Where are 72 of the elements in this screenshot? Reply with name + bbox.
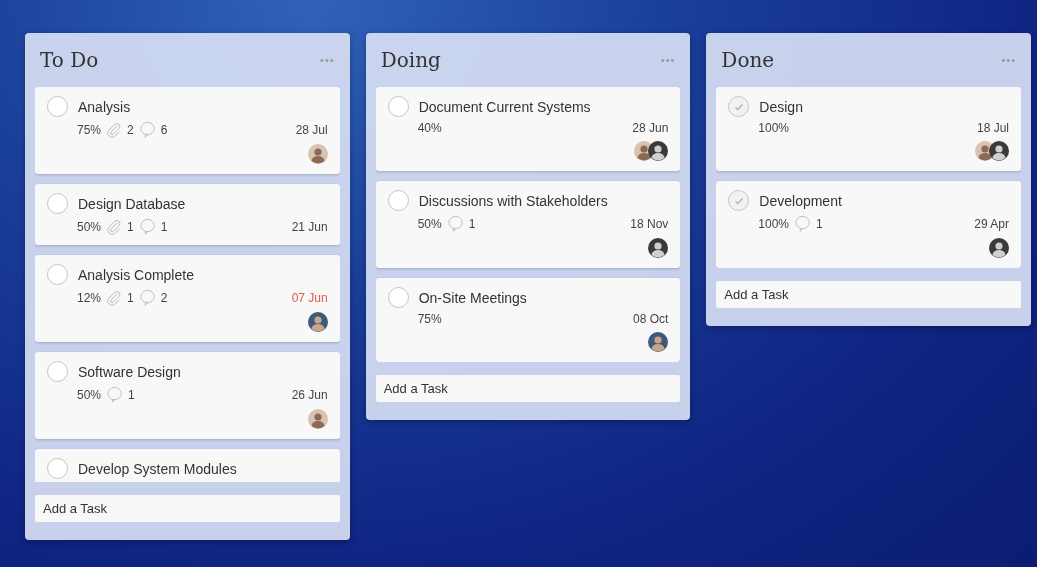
due-date: 29 Apr [974,216,1009,231]
task-checkbox[interactable] [47,264,68,285]
progress-percent: 50% [77,387,102,402]
comment-count: 1 [160,219,168,234]
progress-percent: 50% [77,219,102,234]
progress-percent: 12% [77,290,102,305]
speech-bubble-icon [138,121,156,138]
task-title: Software Design [78,363,181,380]
task-title: Design Database [78,195,186,212]
column-title: Done [721,48,775,72]
progress-percent: 100% [758,216,790,231]
column-title: To Do [40,48,99,72]
progress-percent: 50% [417,216,442,231]
task-title: Analysis [78,98,131,115]
task-title: Discussions with Stakeholders [418,192,608,209]
due-date: 28 Jul [295,122,328,137]
progress-percent: 75% [417,312,442,326]
task-card[interactable]: Discussions with Stakeholders 50% 1 18 Nov [375,181,681,268]
due-date: 26 Jun [291,387,328,402]
comment-count: 6 [160,122,168,137]
task-card[interactable]: On-Site Meetings 75% 08 Oct [375,278,681,362]
attachment-count: 1 [127,219,134,234]
task-checkbox[interactable] [387,190,409,211]
task-checkbox[interactable] [728,190,750,211]
add-task-field[interactable]: Add a Task [35,495,340,522]
add-task-field[interactable]: Add a Task [716,281,1021,308]
speech-bubble-icon [138,218,156,235]
task-checkbox[interactable] [47,361,68,382]
comment-count: 2 [160,290,168,305]
task-card[interactable]: Design Database 50% 1 1 21 Jun [35,184,340,245]
task-checkbox[interactable] [387,96,409,117]
task-title: Develop System Modules [78,460,237,477]
task-checkbox[interactable] [47,193,68,214]
comment-count: 1 [468,216,476,231]
column-title: Doing [380,48,441,72]
attachment-count: 1 [127,290,134,305]
task-card[interactable]: Analysis Complete 12% 1 2 07 Jun [35,255,340,342]
task-card[interactable]: Development 100% 1 29 Apr [716,181,1021,268]
task-card[interactable]: Document Current Systems 40% 28 Jun [375,87,681,171]
due-date: 08 Oct [633,312,669,326]
task-card[interactable]: Software Design 50% 1 26 Jun [35,352,340,439]
paperclip-icon [106,121,123,138]
task-checkbox[interactable] [387,287,409,308]
due-date: 18 Nov [630,216,669,231]
speech-bubble-icon [446,215,464,232]
due-date: 07 Jun [291,290,328,305]
task-title: Development [759,192,842,209]
speech-bubble-icon [794,215,812,232]
progress-percent: 75% [77,122,102,137]
speech-bubble-icon [106,386,124,403]
comment-count: 1 [128,387,135,402]
add-task-field[interactable]: Add a Task [375,375,681,402]
task-card[interactable]: Design 100% 18 Jul [716,87,1021,171]
task-card[interactable]: Develop System Modules [35,449,340,482]
comment-count: 1 [816,216,823,231]
progress-percent: 40% [417,121,442,135]
paperclip-icon [106,289,123,306]
task-card[interactable]: Analysis 75% 2 6 28 Jul [35,87,340,174]
task-checkbox[interactable] [47,458,68,479]
paperclip-icon [106,218,123,235]
task-title: Design [759,98,803,115]
due-date: 21 Jun [291,219,328,234]
task-title: On-Site Meetings [418,289,527,306]
task-title: Document Current Systems [418,98,591,115]
task-checkbox[interactable] [728,96,750,117]
speech-bubble-icon [138,289,156,306]
attachment-count: 2 [127,122,134,137]
due-date: 28 Jun [632,121,669,135]
due-date: 18 Jul [977,121,1009,135]
progress-percent: 100% [758,121,790,135]
task-title: Analysis Complete [78,266,194,283]
task-checkbox[interactable] [47,96,68,117]
